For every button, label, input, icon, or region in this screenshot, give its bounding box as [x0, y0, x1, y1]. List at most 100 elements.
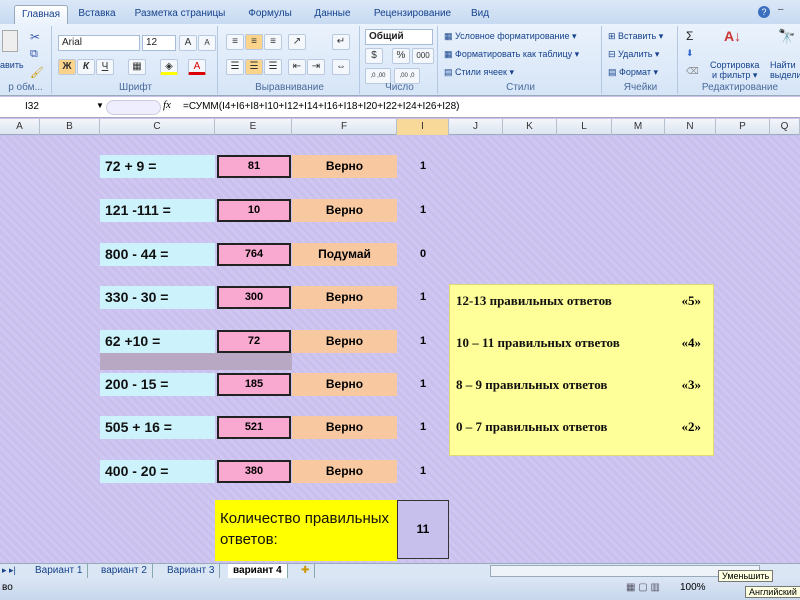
bold-button[interactable]: Ж: [58, 59, 76, 75]
column-header[interactable]: A: [0, 119, 40, 135]
answer-cell[interactable]: 10: [217, 199, 291, 222]
fx-icon[interactable]: fx: [163, 99, 171, 111]
fill-color-icon[interactable]: ◈: [160, 59, 178, 75]
column-header[interactable]: E: [215, 119, 292, 135]
borders-icon[interactable]: ▦: [128, 59, 146, 75]
tab-data[interactable]: Данные: [305, 5, 360, 24]
sort-filter-icon[interactable]: А↓: [724, 28, 741, 44]
copy-icon[interactable]: ⧉: [30, 48, 38, 61]
answer-cell[interactable]: 300: [217, 286, 291, 309]
answer-cell[interactable]: 380: [217, 460, 291, 483]
shrink-font-button[interactable]: A: [198, 35, 216, 51]
paste-icon[interactable]: [2, 30, 18, 52]
tab-formulas[interactable]: Формулы: [240, 5, 300, 24]
name-box[interactable]: I32: [0, 99, 100, 116]
wrap-text-icon[interactable]: ↵: [332, 34, 350, 50]
sheet-tab-2[interactable]: вариант 2: [96, 564, 153, 578]
number-format-select[interactable]: Общий: [365, 29, 433, 45]
group-editing: Σ ⬇ ⌫ А↓ Сортировка и фильтр ▾ 🔭 Найти выд…: [680, 26, 800, 94]
sheet-tab-1[interactable]: Вариант 1: [30, 564, 89, 578]
summary-value-cell[interactable]: 11: [397, 500, 449, 559]
insert-cells-button[interactable]: ⊞ Вставить ▾: [608, 31, 663, 42]
align-left-icon[interactable]: ☰: [226, 59, 244, 75]
view-buttons-icon[interactable]: ▦ ▢ ▥: [626, 582, 660, 593]
percent-button[interactable]: %: [392, 48, 410, 64]
cut-icon[interactable]: ✂: [30, 30, 40, 44]
conditional-formatting-button[interactable]: ▦ Условное форматирование ▾: [444, 31, 577, 42]
label: Найти: [770, 60, 796, 70]
currency-icon[interactable]: $: [365, 48, 383, 64]
answer-cell[interactable]: 185: [217, 373, 291, 396]
answer-cell[interactable]: 81: [217, 155, 291, 178]
orientation-icon[interactable]: ↗: [288, 34, 306, 50]
column-header[interactable]: P: [716, 119, 770, 135]
insert-sheet-icon[interactable]: ✚: [296, 564, 316, 578]
name-box-dropdown-icon[interactable]: ▼: [96, 101, 104, 110]
column-header[interactable]: B: [40, 119, 100, 135]
font-name-select[interactable]: Arial: [58, 35, 140, 51]
grow-font-button[interactable]: A: [179, 35, 197, 51]
minimize-icon[interactable]: –: [778, 4, 784, 15]
column-header[interactable]: I: [397, 119, 449, 135]
font-color-icon[interactable]: A: [188, 59, 206, 75]
result-cell: Подумай: [292, 243, 397, 266]
tab-nav-arrows-icon[interactable]: ▸ ▸|: [2, 565, 16, 576]
autosum-button[interactable]: Σ: [686, 29, 693, 43]
sheet-tab-4[interactable]: вариант 4: [228, 564, 288, 578]
group-cells: ⊞ Вставить ▾ ⊟ Удалить ▾ ▤ Формат ▾ Ячей…: [604, 26, 678, 94]
align-bottom-icon[interactable]: ≡: [264, 34, 282, 50]
grading-table: 12-13 правильных ответов «5» 10 – 11 прави…: [449, 284, 714, 456]
column-header[interactable]: L: [557, 119, 612, 135]
find-select-button[interactable]: Найти выдели: [770, 60, 800, 80]
underline-button[interactable]: Ч: [96, 59, 114, 75]
tab-home[interactable]: Главная: [14, 5, 68, 24]
result-cell: Верно: [292, 416, 397, 439]
tab-insert[interactable]: Вставка: [72, 5, 122, 24]
column-header[interactable]: M: [612, 119, 665, 135]
formula-bar: I32 ▼ fx =СУММ(I4+I6+I8+I10+I12+I14+I16+…: [0, 97, 800, 118]
font-size-select[interactable]: 12: [142, 35, 176, 51]
format-cells-button[interactable]: ▤ Формат ▾: [608, 67, 658, 78]
align-right-icon[interactable]: ☰: [264, 59, 282, 75]
column-header[interactable]: K: [503, 119, 557, 135]
points-cell: 1: [419, 421, 427, 433]
answer-cell[interactable]: 72: [217, 330, 291, 353]
cell-styles-button[interactable]: ▤ Стили ячеек ▾: [444, 67, 514, 78]
group-styles: ▦ Условное форматирование ▾ ▦ Форматиров…: [440, 26, 602, 94]
zoom-level[interactable]: 100%: [680, 582, 706, 593]
clear-icon[interactable]: ⌫: [686, 66, 699, 77]
merge-icon[interactable]: ⇔: [332, 59, 350, 75]
italic-button[interactable]: К: [77, 59, 95, 75]
find-icon[interactable]: 🔭: [778, 28, 795, 45]
label: Сортировка: [710, 60, 760, 70]
worksheet[interactable]: 72 + 9 = 81 Верно 1 121 -111 = 10 Верно 1…: [0, 136, 800, 564]
increase-indent-icon[interactable]: ⇥: [307, 59, 325, 75]
column-header[interactable]: J: [449, 119, 503, 135]
column-header[interactable]: F: [292, 119, 397, 135]
formula-splitter[interactable]: [106, 100, 161, 115]
decrease-indent-icon[interactable]: ⇤: [288, 59, 306, 75]
sheet-tab-3[interactable]: Вариант 3: [162, 564, 221, 578]
format-painter-icon[interactable]: 🖌: [30, 66, 44, 79]
column-header[interactable]: Q: [770, 119, 800, 135]
delete-cells-button[interactable]: ⊟ Удалить ▾: [608, 49, 659, 60]
answer-cell[interactable]: 521: [217, 416, 291, 439]
answer-cell[interactable]: 764: [217, 243, 291, 266]
help-icon[interactable]: ?: [758, 6, 770, 18]
formula-input[interactable]: =СУММ(I4+I6+I8+I10+I12+I14+I16+I18+I20+I…: [183, 101, 460, 112]
result-cell: Верно: [292, 199, 397, 222]
task-expression: 400 - 20 =: [100, 460, 215, 483]
tab-page-layout[interactable]: Разметка страницы: [130, 5, 230, 24]
thousands-button[interactable]: 000: [412, 48, 434, 64]
align-middle-icon[interactable]: ≡: [245, 34, 263, 50]
tab-review[interactable]: Рецензирование: [365, 5, 460, 24]
column-header[interactable]: N: [665, 119, 716, 135]
fill-icon[interactable]: ⬇: [686, 48, 694, 59]
format-as-table-button[interactable]: ▦ Форматировать как таблицу ▾: [444, 49, 579, 60]
paste-button[interactable]: авить: [0, 60, 24, 70]
align-top-icon[interactable]: ≡: [226, 34, 244, 50]
sort-filter-button[interactable]: Сортировка и фильтр ▾: [710, 60, 759, 80]
tab-view[interactable]: Вид: [465, 5, 495, 24]
column-header[interactable]: C: [100, 119, 215, 135]
align-center-icon[interactable]: ☰: [245, 59, 263, 75]
